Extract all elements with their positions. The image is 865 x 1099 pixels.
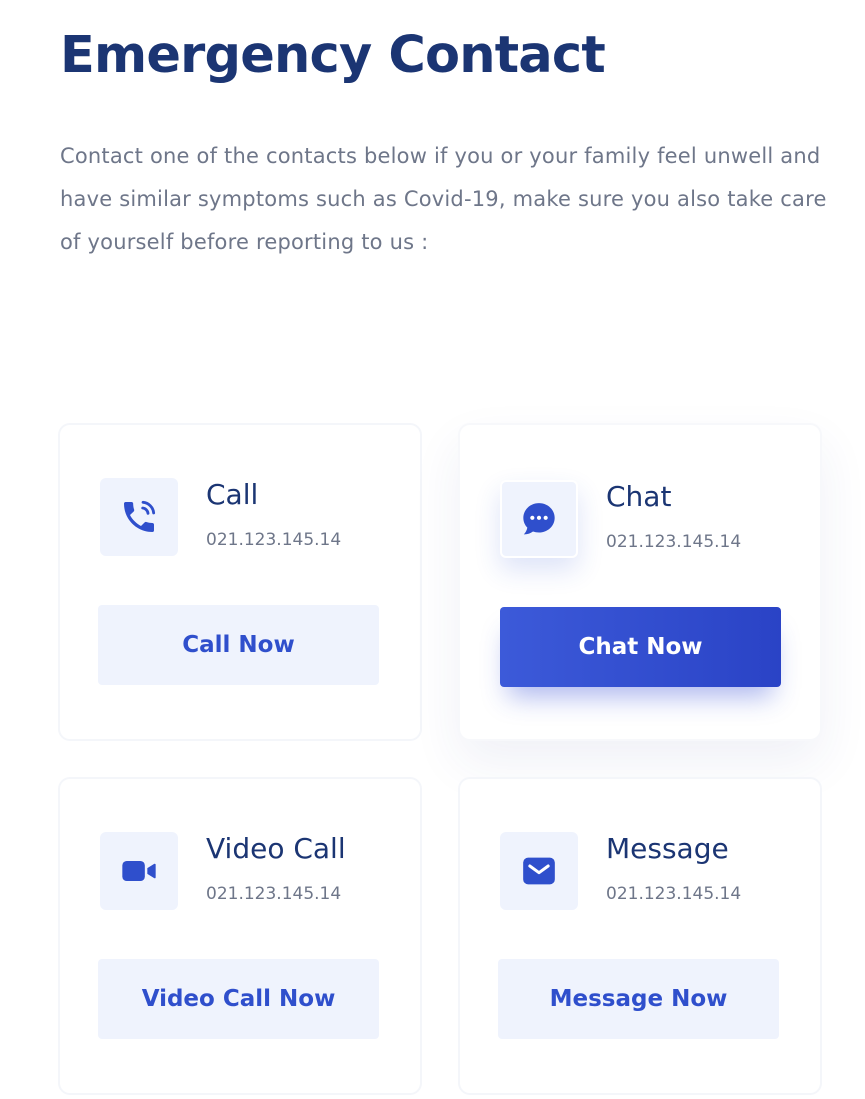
contact-card-video-call: Video Call 021.123.145.14 Video Call Now [58, 777, 422, 1095]
contact-card-chat: Chat 021.123.145.14 Chat Now [458, 423, 822, 741]
card-phone-number: 021.123.145.14 [606, 884, 742, 904]
card-title: Video Call [206, 832, 346, 865]
message-now-button[interactable]: Message Now [498, 959, 779, 1039]
chat-now-button[interactable]: Chat Now [500, 607, 781, 687]
card-title: Message [606, 832, 729, 865]
card-phone-number: 021.123.145.14 [206, 884, 342, 904]
card-title: Call [206, 478, 259, 511]
card-title: Chat [606, 480, 672, 513]
card-phone-number: 021.123.145.14 [206, 530, 342, 550]
phone-call-icon [100, 478, 178, 556]
chat-bubble-icon [500, 480, 578, 558]
envelope-icon [500, 832, 578, 910]
contact-card-message: Message 021.123.145.14 Message Now [458, 777, 822, 1095]
video-call-now-button[interactable]: Video Call Now [98, 959, 379, 1039]
page-title: Emergency Contact [60, 26, 606, 85]
video-camera-icon [100, 832, 178, 910]
call-now-button[interactable]: Call Now [98, 605, 379, 685]
page-description: Contact one of the contacts below if you… [60, 144, 827, 254]
contact-card-call: Call 021.123.145.14 Call Now [58, 423, 422, 741]
card-phone-number: 021.123.145.14 [606, 532, 742, 552]
